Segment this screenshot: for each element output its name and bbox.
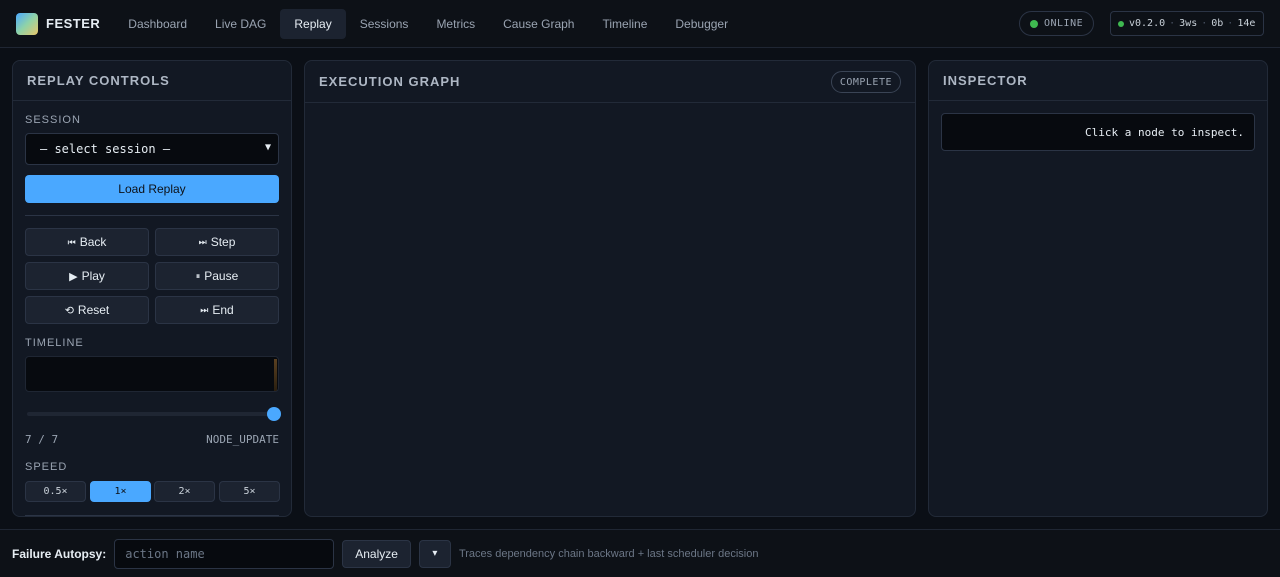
stats-indicator: v0.2.0 · 3ws · 0b · 14e <box>1110 11 1264 36</box>
nav-item-timeline[interactable]: Timeline <box>588 9 661 39</box>
back-button[interactable]: ⏮ Back <box>25 228 149 256</box>
inspector-title: INSPECTOR <box>929 61 1267 101</box>
inspector-panel: INSPECTOR Click a node to inspect. <box>928 60 1268 517</box>
step-forward-icon: ⏭ <box>198 236 207 247</box>
reset-icon: ⟲ <box>64 304 74 317</box>
action-name-input[interactable]: action name <box>114 538 335 569</box>
timeline-label: TIMELINE <box>25 337 84 349</box>
end-label: End <box>212 303 234 317</box>
events-count: 14e <box>1237 18 1256 29</box>
step-label: Step <box>210 235 236 249</box>
play-button[interactable]: ▶ Play <box>25 262 149 290</box>
end-button[interactable]: ⏭ End <box>155 296 279 324</box>
nav-item-cause-graph[interactable]: Cause Graph <box>489 9 588 39</box>
load-replay-button[interactable]: Load Replay <box>25 175 279 203</box>
analyze-button[interactable]: Analyze <box>342 539 411 568</box>
skip-end-icon: ⏭ <box>200 304 209 315</box>
session-select-value: — select session — <box>40 142 171 156</box>
separator: · <box>1169 18 1176 29</box>
replay-controls-title: REPLAY CONTROLS <box>13 61 291 101</box>
replay-position: 7 / 7 <box>25 433 59 446</box>
status-badge: COMPLETE <box>830 71 901 93</box>
bytes-count: 0b <box>1211 18 1224 29</box>
nav-item-sessions[interactable]: Sessions <box>346 9 423 39</box>
separator: · <box>1227 18 1234 29</box>
nav-item-replay[interactable]: Replay <box>280 8 346 39</box>
pause-icon: ⏸ <box>195 270 201 281</box>
logo-icon <box>16 12 38 35</box>
speed-1x-button[interactable]: 1× <box>90 481 151 502</box>
skip-back-icon: ⏮ <box>67 236 76 247</box>
speed-5x-button[interactable]: 5× <box>219 481 280 502</box>
status-dot-icon <box>1030 19 1038 28</box>
session-label: SESSION <box>25 114 81 126</box>
autopsy-label: Failure Autopsy: <box>12 546 107 561</box>
pause-button[interactable]: ⏸ Pause <box>155 262 279 290</box>
status-label: ONLINE <box>1044 18 1084 29</box>
divider <box>25 215 279 216</box>
chevron-down-icon: ▼ <box>264 142 271 153</box>
brand-name: FESTER <box>46 16 101 31</box>
nav-item-live-dag[interactable]: Live DAG <box>201 9 280 39</box>
speed-2x-button[interactable]: 2× <box>154 481 215 502</box>
divider <box>25 515 279 516</box>
connection-status: ONLINE <box>1019 11 1094 36</box>
execution-graph-panel: EXECUTION GRAPH COMPLETE <box>304 60 916 517</box>
nav-item-debugger[interactable]: Debugger <box>661 9 742 39</box>
top-bar: FESTER Dashboard Live DAG Replay Session… <box>0 0 1280 48</box>
current-event-type: NODE_UPDATE <box>206 433 279 446</box>
graph-canvas[interactable] <box>305 103 915 516</box>
chevron-down-icon[interactable]: ▾ <box>418 539 451 568</box>
pause-label: Pause <box>204 269 239 283</box>
version-text: v0.2.0 <box>1129 18 1166 29</box>
main-nav: Dashboard Live DAG Replay Sessions Metri… <box>114 8 742 39</box>
play-label: Play <box>81 269 105 283</box>
timeline-slider-track[interactable] <box>27 412 273 416</box>
speed-label: SPEED <box>25 461 68 473</box>
timeline-track[interactable] <box>25 356 279 392</box>
timeline-marker <box>274 359 277 391</box>
back-label: Back <box>79 235 107 249</box>
nav-item-metrics[interactable]: Metrics <box>422 9 489 39</box>
ws-count: 3ws <box>1179 18 1198 29</box>
autopsy-hint: Traces dependency chain backward + last … <box>458 547 759 560</box>
speed-0.5x-button[interactable]: 0.5× <box>25 481 86 502</box>
reset-button[interactable]: ⟲ Reset <box>25 296 149 324</box>
inspector-placeholder: Click a node to inspect. <box>941 113 1255 151</box>
step-button[interactable]: ⏭ Step <box>155 228 279 256</box>
autopsy-bar: Failure Autopsy: action name Analyze ▾ T… <box>0 529 1280 577</box>
replay-controls-panel: REPLAY CONTROLS SESSION — select session… <box>12 60 292 517</box>
nav-item-dashboard[interactable]: Dashboard <box>114 9 201 39</box>
play-icon: ▶ <box>69 270 78 283</box>
separator: · <box>1201 18 1208 29</box>
session-select[interactable]: — select session — ▼ <box>25 133 279 165</box>
stats-dot-icon <box>1118 20 1124 27</box>
reset-label: Reset <box>77 303 110 317</box>
timeline-slider-thumb[interactable] <box>267 407 281 421</box>
execution-graph-title: EXECUTION GRAPH <box>305 61 915 103</box>
